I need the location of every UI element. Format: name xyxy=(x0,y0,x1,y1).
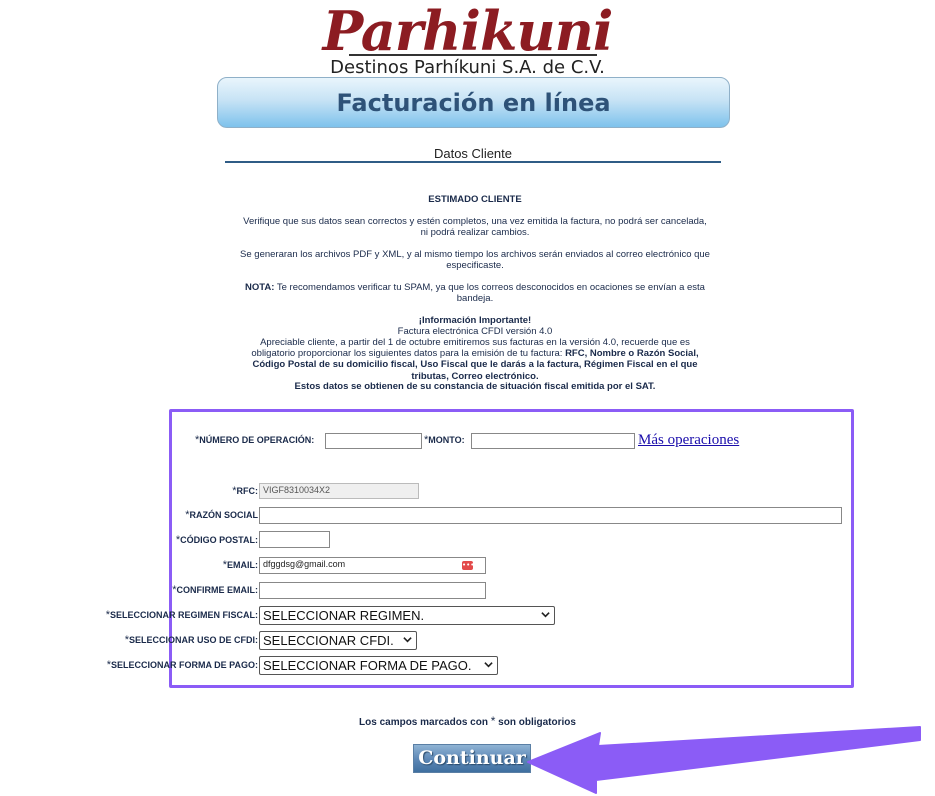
regimen-fiscal-select[interactable]: SELECCIONAR REGIMEN. xyxy=(259,606,555,625)
email-text: EMAIL: xyxy=(227,560,258,570)
regimen-fiscal-text: SELECCIONAR REGIMEN FISCAL: xyxy=(109,610,258,620)
mas-operaciones-link[interactable]: Más operaciones xyxy=(638,432,739,449)
autofill-key-icon[interactable]: ••• xyxy=(462,561,474,570)
email-label: *EMAIL: xyxy=(150,559,258,571)
uso-cfdi-select[interactable]: SELECCIONAR CFDI. xyxy=(259,631,417,650)
page-banner: Facturación en línea xyxy=(217,77,730,128)
important-version: Factura electrónica CFDI versión 4.0 xyxy=(397,326,553,337)
confirme-email-label: *CONFIRME EMAIL: xyxy=(150,584,258,596)
note-suffix: son obligatorios xyxy=(495,717,576,728)
numero-operacion-input[interactable] xyxy=(325,433,422,449)
continue-button[interactable]: Continuar xyxy=(413,744,531,773)
regimen-fiscal-value: SELECCIONAR REGIMEN. xyxy=(263,608,425,623)
chevron-down-icon xyxy=(403,637,412,643)
numero-operacion-label: *NÚMERO DE OPERACIÓN: xyxy=(195,434,314,446)
monto-text: MONTO: xyxy=(428,435,465,445)
logo-underline xyxy=(349,54,597,56)
section-divider xyxy=(225,161,721,163)
confirme-email-text: CONFIRME EMAIL: xyxy=(176,585,259,595)
rfc-input[interactable]: VIGF8310034X2 xyxy=(259,483,419,499)
monto-label: *MONTO: xyxy=(424,434,465,446)
section-title: Datos Cliente xyxy=(433,146,513,161)
important-body: Apreciable cliente, a partir del 1 de oc… xyxy=(240,337,710,382)
razon-social-label: *RAZÓN SOCIAL xyxy=(150,509,258,521)
important-source: Estos datos se obtienen de su constancia… xyxy=(294,381,656,392)
note-prefix: Los campos marcados con xyxy=(359,717,491,728)
codigo-postal-input[interactable] xyxy=(259,531,330,548)
razon-social-input[interactable] xyxy=(259,507,842,524)
chevron-down-icon xyxy=(484,662,493,668)
forma-pago-value: SELECCIONAR FORMA DE PAGO. xyxy=(263,658,472,673)
monto-input[interactable] xyxy=(471,433,635,449)
rfc-text: RFC: xyxy=(236,486,259,496)
numero-operacion-text: NÚMERO DE OPERACIÓN: xyxy=(199,435,315,445)
rfc-label: *RFC: xyxy=(200,485,258,497)
info-paragraph-2: Se generaran los archivos PDF y XML, y a… xyxy=(240,249,710,272)
required-fields-note: Los campos marcados con * son obligatori… xyxy=(0,714,935,728)
company-logo: Parhikuni xyxy=(322,0,614,63)
uso-cfdi-value: SELECCIONAR CFDI. xyxy=(263,633,394,648)
regimen-fiscal-label: *SELECCIONAR REGIMEN FISCAL: xyxy=(95,609,258,621)
info-paragraph-1: Verifique que sus datos sean correctos y… xyxy=(243,216,707,239)
chevron-down-icon xyxy=(541,612,550,618)
codigo-postal-label: *CÓDIGO POSTAL: xyxy=(150,534,258,546)
forma-pago-select[interactable]: SELECCIONAR FORMA DE PAGO. xyxy=(259,656,498,675)
company-name: Destinos Parhíkuni S.A. de C.V. xyxy=(330,57,605,78)
email-input[interactable]: dfggdsg@gmail.com xyxy=(259,557,486,574)
confirme-email-input[interactable] xyxy=(259,582,486,599)
page-title: Facturación en línea xyxy=(336,88,611,117)
important-title: ¡Información Importante! xyxy=(418,315,532,326)
uso-cfdi-label: *SELECCIONAR USO DE CFDI: xyxy=(95,634,258,646)
note-label: NOTA: xyxy=(245,282,275,293)
forma-pago-label: *SELECCIONAR FORMA DE PAGO: xyxy=(95,659,258,671)
info-heading: ESTIMADO CLIENTE xyxy=(428,194,522,205)
uso-cfdi-text: SELECCIONAR USO DE CFDI: xyxy=(128,635,258,645)
codigo-postal-text: CÓDIGO POSTAL: xyxy=(180,535,258,545)
info-note: NOTA: Te recomendamos verificar tu SPAM,… xyxy=(240,282,710,304)
email-value: dfggdsg@gmail.com xyxy=(263,559,346,569)
note-text: Te recomendamos verificar tu SPAM, ya qu… xyxy=(274,282,705,305)
razon-social-text: RAZÓN SOCIAL xyxy=(189,510,259,520)
forma-pago-text: SELECCIONAR FORMA DE PAGO: xyxy=(110,660,258,670)
